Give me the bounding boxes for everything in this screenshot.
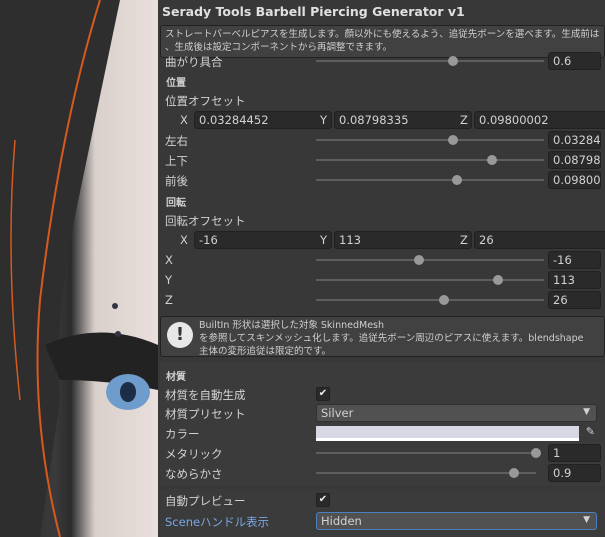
auto-preview-checkbox[interactable]: ✔ [316, 493, 330, 507]
rotation-z-field[interactable]: 26 [474, 231, 605, 249]
scene-viewport[interactable] [0, 0, 158, 537]
info-line: 主体の変形追従は限定的です。 [199, 346, 332, 357]
bend-row: 曲がり具合 0.6 [158, 51, 605, 71]
slider-label: X [165, 253, 173, 267]
position-y-field[interactable]: 0.08798335 [334, 111, 472, 129]
chevron-down-icon: ▼ [583, 515, 590, 525]
auto-preview-label: 自動プレビュー [165, 494, 246, 508]
rotation-header: 回転 [166, 198, 186, 209]
auto-material-label: 材質を自動生成 [165, 388, 246, 402]
scene-handle-value: Hidden [321, 514, 362, 528]
slider-thumb[interactable] [531, 448, 541, 458]
slider-thumb[interactable] [413, 255, 424, 265]
rotation-y-field[interactable]: 113 [334, 231, 472, 249]
position-header: 位置 [166, 78, 186, 89]
metallic-label: メタリック [165, 447, 223, 461]
position-x-field[interactable]: 0.03284452 [194, 111, 332, 129]
color-field[interactable] [316, 426, 579, 441]
position-slider[interactable] [316, 155, 544, 165]
window-title: Serady Tools Barbell Piercing Generator … [162, 4, 465, 19]
bend-slider[interactable] [316, 56, 544, 66]
slider-field[interactable]: 0.08798 [548, 151, 601, 169]
metallic-field[interactable]: 1 [548, 444, 601, 462]
rotation-slider-row: Y 113 [158, 270, 605, 290]
slider-thumb[interactable] [438, 295, 449, 305]
rotation-vector: X -16 Y 113 Z 26 [158, 230, 605, 250]
info-box: ! BuiltIn 形状は選択した対象 SkinnedMesh を参照してスキン… [160, 316, 605, 357]
slider-field[interactable]: 0.03284 [548, 131, 601, 149]
slider-thumb[interactable] [452, 175, 463, 185]
slider-field[interactable]: -16 [548, 251, 601, 269]
slider-field[interactable]: 0.09800 [548, 171, 601, 189]
axis-label: Z [460, 233, 468, 247]
position-offset-label: 位置オフセット [165, 94, 246, 108]
rotation-slider[interactable] [316, 275, 544, 285]
smoothness-slider[interactable] [316, 468, 536, 478]
bend-label: 曲がり具合 [165, 55, 223, 69]
rotation-x-field[interactable]: -16 [194, 231, 332, 249]
position-slider[interactable] [316, 135, 544, 145]
smoothness-label: なめらかさ [165, 467, 223, 481]
preset-label: 材質プリセット [165, 407, 246, 421]
position-z-field[interactable]: 0.09800002 [474, 111, 605, 129]
character-preview [0, 0, 158, 537]
rotation-slider-row: Z 26 [158, 290, 605, 310]
color-label: カラー [165, 427, 200, 441]
smoothness-field[interactable]: 0.9 [548, 464, 601, 482]
axis-label: X [180, 113, 188, 127]
rotation-slider[interactable] [316, 295, 544, 305]
preview-section: 自動プレビュー ✔ Sceneハンドル表示 Hidden ▼ [160, 489, 605, 537]
chevron-down-icon: ▼ [583, 407, 590, 417]
bend-field[interactable]: 0.6 [548, 52, 601, 70]
slider-label: 左右 [165, 134, 188, 148]
preset-dropdown[interactable]: Silver ▼ [316, 404, 597, 422]
info-icon: ! [167, 322, 193, 348]
preset-value: Silver [321, 406, 354, 420]
slider-field[interactable]: 26 [548, 291, 601, 309]
info-line: BuiltIn 形状は選択した対象 SkinnedMesh [199, 320, 385, 331]
position-slider[interactable] [316, 175, 544, 185]
slider-thumb[interactable] [447, 135, 458, 145]
scene-handle-dropdown[interactable]: Hidden ▼ [316, 512, 597, 530]
slider-thumb[interactable] [493, 275, 504, 285]
axis-label: X [180, 233, 188, 247]
rotation-offset-label: 回転オフセット [165, 214, 246, 228]
position-slider-row: 前後 0.09800 [158, 170, 605, 190]
slider-thumb[interactable] [509, 468, 519, 478]
auto-material-checkbox[interactable]: ✔ [316, 387, 330, 401]
slider-label: Z [165, 293, 173, 307]
eyedropper-icon[interactable]: ✎ [586, 425, 595, 438]
description-line: ストレートバーベルピアスを生成します。顔以外にも使えるよう、追従先ボーンを選べま… [165, 29, 600, 40]
info-line: を参照してスキンメッシュ化します。追従先ボーン周辺のピアスに使えます。blend… [199, 333, 584, 344]
axis-label: Z [460, 113, 468, 127]
slider-field[interactable]: 113 [548, 271, 601, 289]
slider-label: Y [165, 273, 173, 287]
rotation-slider[interactable] [316, 255, 544, 265]
position-slider-row: 左右 0.03284 [158, 130, 605, 150]
inspector-panel: Serady Tools Barbell Piercing Generator … [158, 0, 605, 537]
rotation-slider-row: X -16 [158, 250, 605, 270]
slider-thumb[interactable] [486, 155, 497, 165]
scene-handle-label: Sceneハンドル表示 [165, 515, 270, 529]
position-vector: X 0.03284452 Y 0.08798335 Z 0.09800002 [158, 110, 605, 130]
metallic-slider[interactable] [316, 448, 541, 458]
slider-label: 前後 [165, 174, 188, 188]
slider-thumb[interactable] [447, 56, 458, 66]
slider-label: 上下 [165, 154, 188, 168]
axis-label: Y [320, 233, 328, 247]
axis-label: Y [320, 113, 328, 127]
position-slider-row: 上下 0.08798 [158, 150, 605, 170]
material-section: 材質 材質を自動生成 ✔ 材質プリセット Silver ▼ カラー ✎ メタリック 1… [160, 362, 605, 486]
material-header: 材質 [166, 372, 186, 383]
